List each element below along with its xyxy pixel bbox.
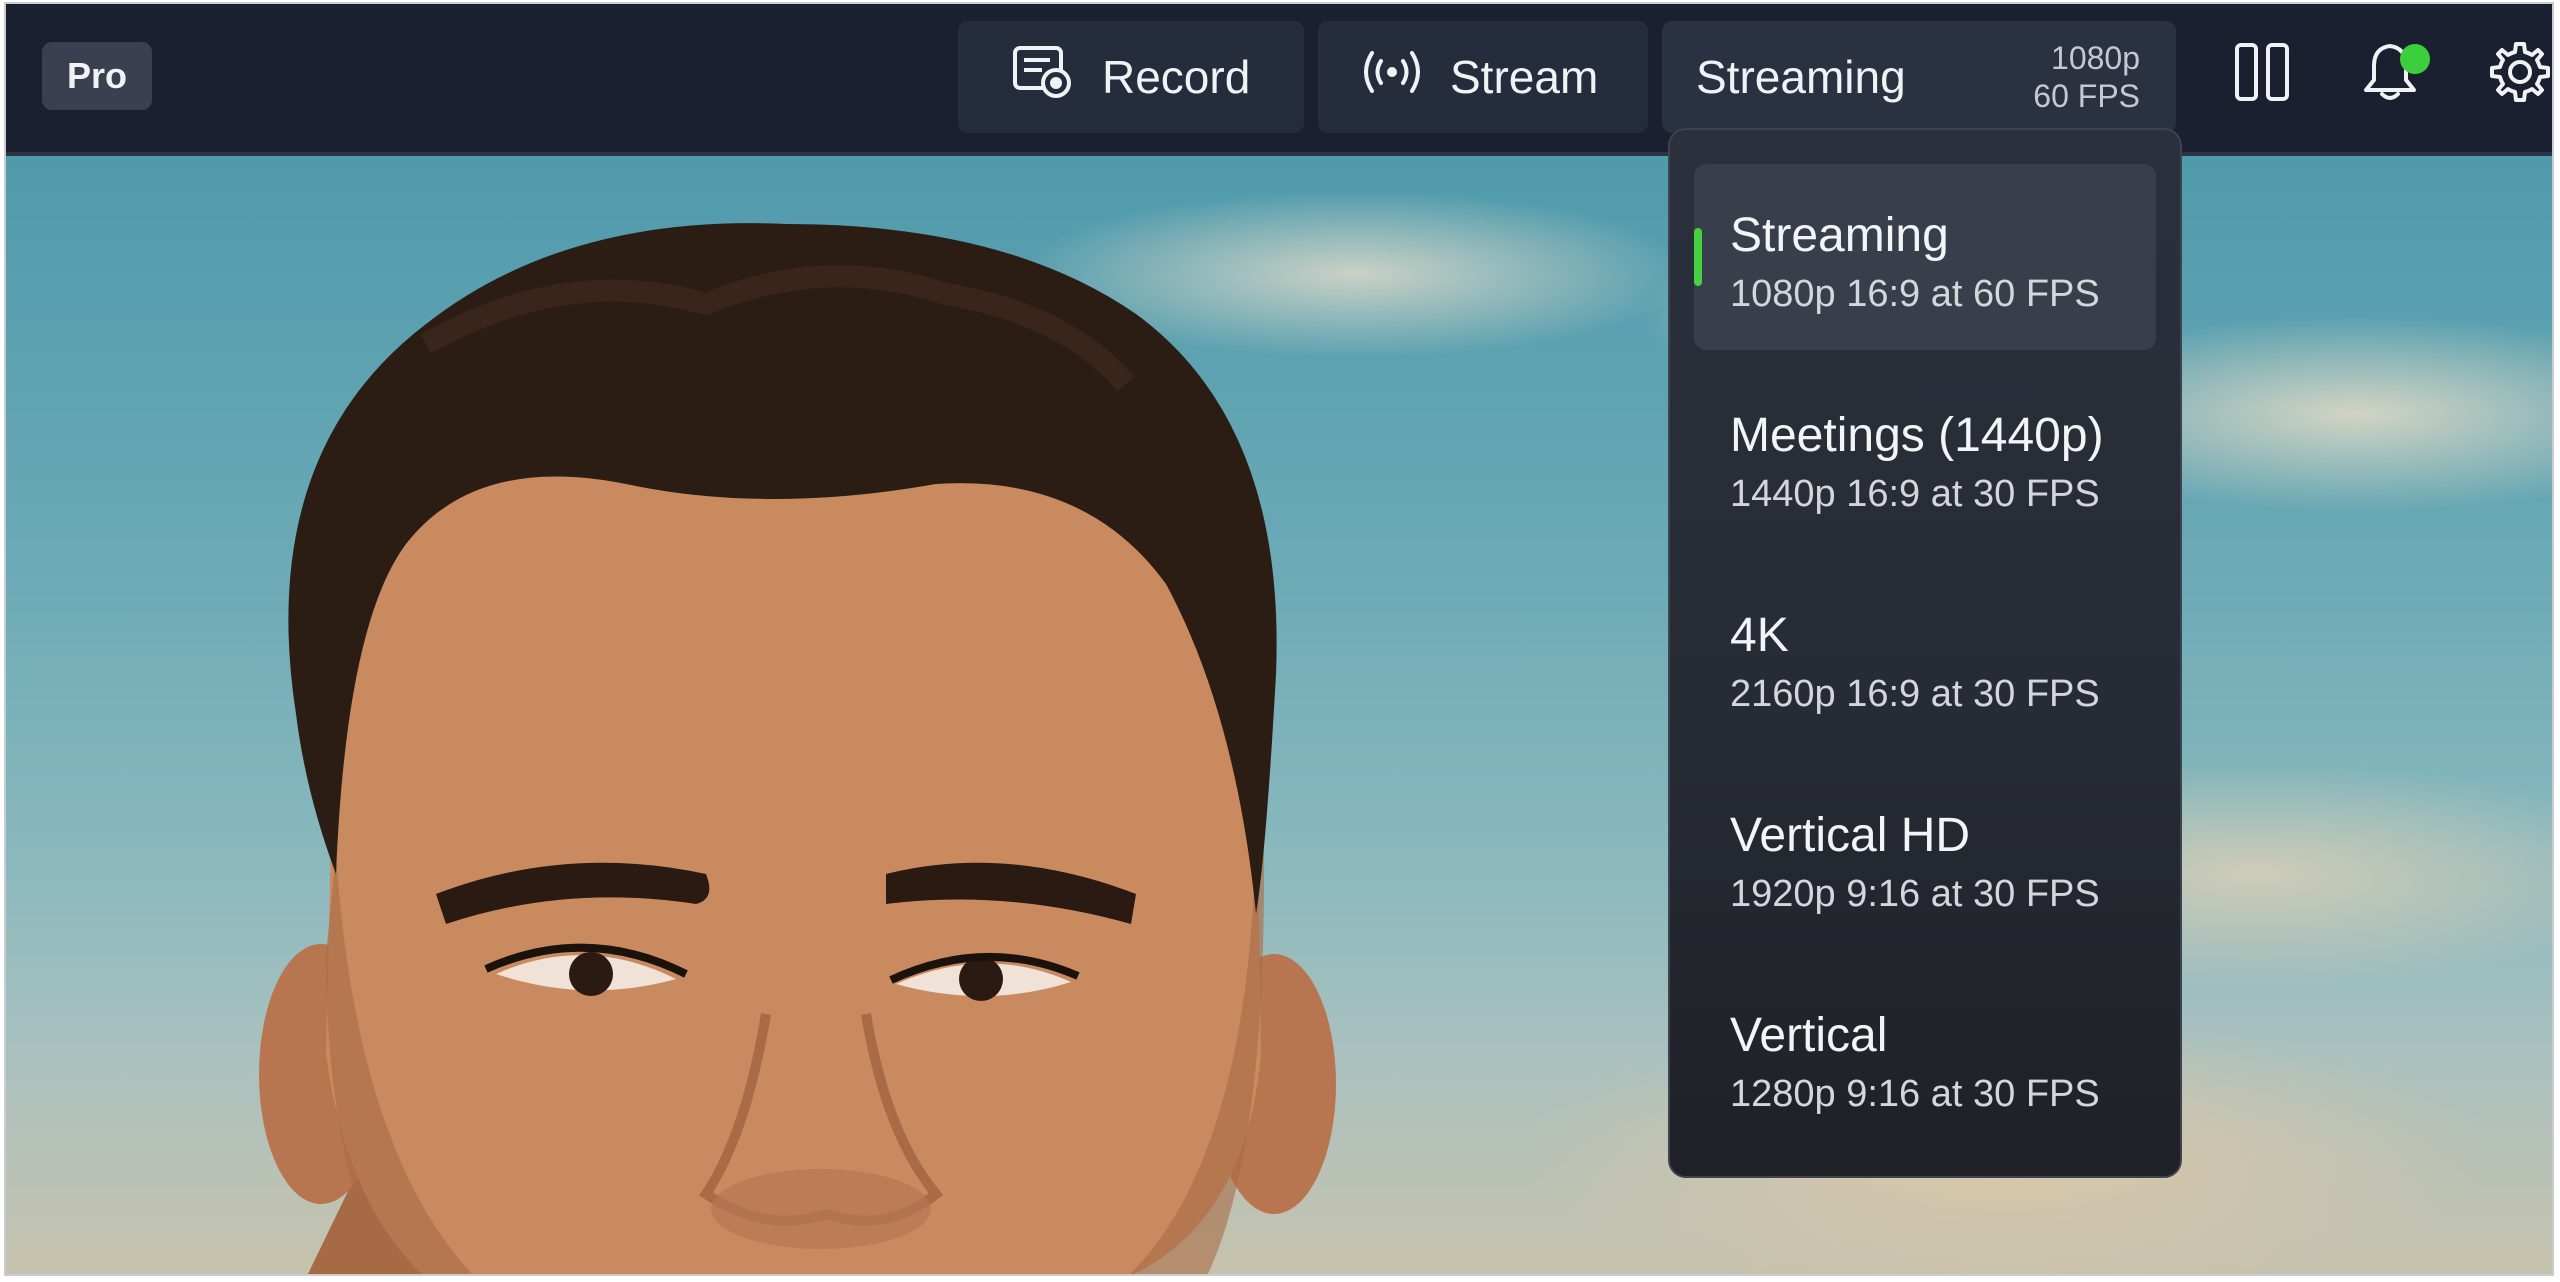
- preset-option-subtitle: 1280p 9:16 at 30 FPS: [1730, 1073, 2100, 1115]
- preset-option-subtitle: 1920p 9:16 at 30 FPS: [1730, 873, 2100, 915]
- preset-meta: 1080p 60 FPS: [2033, 39, 2140, 115]
- preset-option-subtitle: 1080p 16:9 at 60 FPS: [1730, 273, 2100, 315]
- app-window: Pro Record Stream Streaming 1080p 60 FPS…: [4, 2, 2554, 1276]
- preset-option-4k[interactable]: 4K 2160p 16:9 at 30 FPS: [1694, 564, 2156, 750]
- preset-fps: 60 FPS: [2033, 78, 2140, 114]
- layout-button[interactable]: [2222, 34, 2302, 114]
- preset-option-meetings[interactable]: Meetings (1440p) 1440p 16:9 at 30 FPS: [1694, 364, 2156, 550]
- preset-dropdown-menu: Streaming 1080p 16:9 at 60 FPS Meetings …: [1668, 128, 2182, 1178]
- preset-option-title: Vertical: [1730, 1009, 1888, 1062]
- preset-option-title: Streaming: [1730, 209, 1949, 262]
- gear-icon: [2486, 40, 2550, 108]
- notifications-button[interactable]: [2350, 34, 2430, 114]
- selected-indicator: [1694, 228, 1702, 286]
- settings-button[interactable]: [2478, 34, 2552, 114]
- preset-option-vertical[interactable]: Vertical 1280p 9:16 at 30 FPS: [1694, 964, 2156, 1150]
- preset-option-subtitle: 1440p 16:9 at 30 FPS: [1730, 473, 2100, 515]
- preset-option-title: Vertical HD: [1730, 809, 1971, 862]
- record-label: Record: [1102, 51, 1251, 103]
- split-layout-icon: [2234, 42, 2290, 106]
- preset-option-vertical-hd[interactable]: Vertical HD 1920p 9:16 at 30 FPS: [1694, 764, 2156, 950]
- notification-dot: [2400, 44, 2430, 74]
- stream-button[interactable]: Stream: [1318, 21, 1648, 133]
- record-button[interactable]: Record: [958, 21, 1304, 133]
- preset-option-title: Meetings (1440p): [1730, 409, 2104, 462]
- preset-dropdown-button[interactable]: Streaming 1080p 60 FPS: [1662, 21, 2176, 133]
- preset-option-subtitle: 2160p 16:9 at 30 FPS: [1730, 673, 2100, 715]
- preset-name: Streaming: [1696, 51, 1906, 103]
- preset-option-title: 4K: [1730, 609, 1789, 662]
- stream-label: Stream: [1450, 51, 1599, 103]
- preset-resolution: 1080p: [2051, 40, 2140, 76]
- broadcast-icon: [1362, 49, 1422, 106]
- preset-option-streaming[interactable]: Streaming 1080p 16:9 at 60 FPS: [1694, 164, 2156, 350]
- record-icon: [1012, 45, 1074, 110]
- pro-badge: Pro: [42, 42, 152, 110]
